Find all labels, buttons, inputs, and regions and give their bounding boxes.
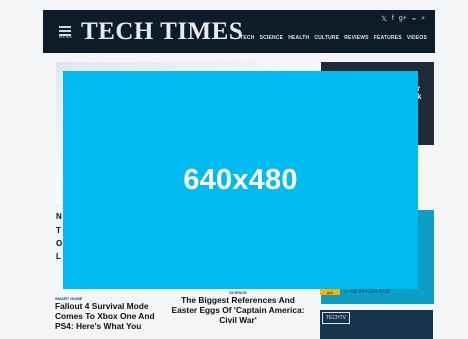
left-glyph: T bbox=[56, 226, 61, 235]
left-glyph: N bbox=[56, 212, 62, 221]
twitter-icon[interactable]: 𝕏 bbox=[381, 15, 387, 23]
techtv-badge: TECHTV bbox=[322, 312, 350, 324]
promo-button[interactable]: ghk bbox=[320, 289, 340, 295]
promo-text: or call 844-214-6729 bbox=[344, 289, 390, 295]
nav-item-reviews[interactable]: REVIEWS bbox=[344, 35, 368, 41]
google-plus-icon[interactable]: g+ bbox=[399, 15, 407, 23]
article-card-left[interactable]: SMART HOME Fallout 4 Survival Mode Comes… bbox=[55, 296, 163, 331]
left-glyph: O bbox=[56, 239, 63, 248]
site-logo[interactable]: TECH TIMES bbox=[81, 18, 243, 46]
nav-item-culture[interactable]: CULTURE bbox=[314, 35, 339, 41]
article-title[interactable]: The Biggest References And Easter Eggs O… bbox=[168, 295, 308, 325]
search-icon[interactable]: ⌕ bbox=[421, 15, 425, 23]
menu-bar-top bbox=[59, 26, 71, 28]
nav-item-features[interactable]: FEATURES bbox=[374, 35, 402, 41]
ad-size-label: 640x480 bbox=[183, 163, 298, 196]
left-glyph: L bbox=[56, 252, 61, 261]
menu-label: MENU bbox=[59, 34, 72, 39]
article-title[interactable]: Fallout 4 Survival Mode Comes To Xbox On… bbox=[55, 301, 163, 331]
nav-item-health[interactable]: HEALTH bbox=[288, 35, 309, 41]
rss-icon[interactable]: ⌁ bbox=[412, 15, 416, 23]
nav-item-videos[interactable]: VIDEOS bbox=[407, 35, 427, 41]
menu-button[interactable]: MENU bbox=[59, 24, 73, 42]
site-header: MENU TECH TIMES 𝕏 f g+ ⌁ ⌕ TECH SCIENCE … bbox=[43, 10, 435, 53]
facebook-icon[interactable]: f bbox=[392, 15, 394, 23]
ad-placeholder[interactable]: 640x480 bbox=[63, 71, 418, 289]
nav-item-tech[interactable]: TECH bbox=[240, 35, 254, 41]
article-card-middle[interactable]: SCIENCE The Biggest References And Easte… bbox=[168, 290, 308, 325]
social-icons: 𝕏 f g+ ⌁ ⌕ bbox=[381, 15, 425, 23]
menu-bar-middle bbox=[59, 30, 71, 32]
nav-item-science[interactable]: SCIENCE bbox=[260, 35, 284, 41]
main-nav: TECH SCIENCE HEALTH CULTURE REVIEWS FEAT… bbox=[240, 35, 427, 41]
